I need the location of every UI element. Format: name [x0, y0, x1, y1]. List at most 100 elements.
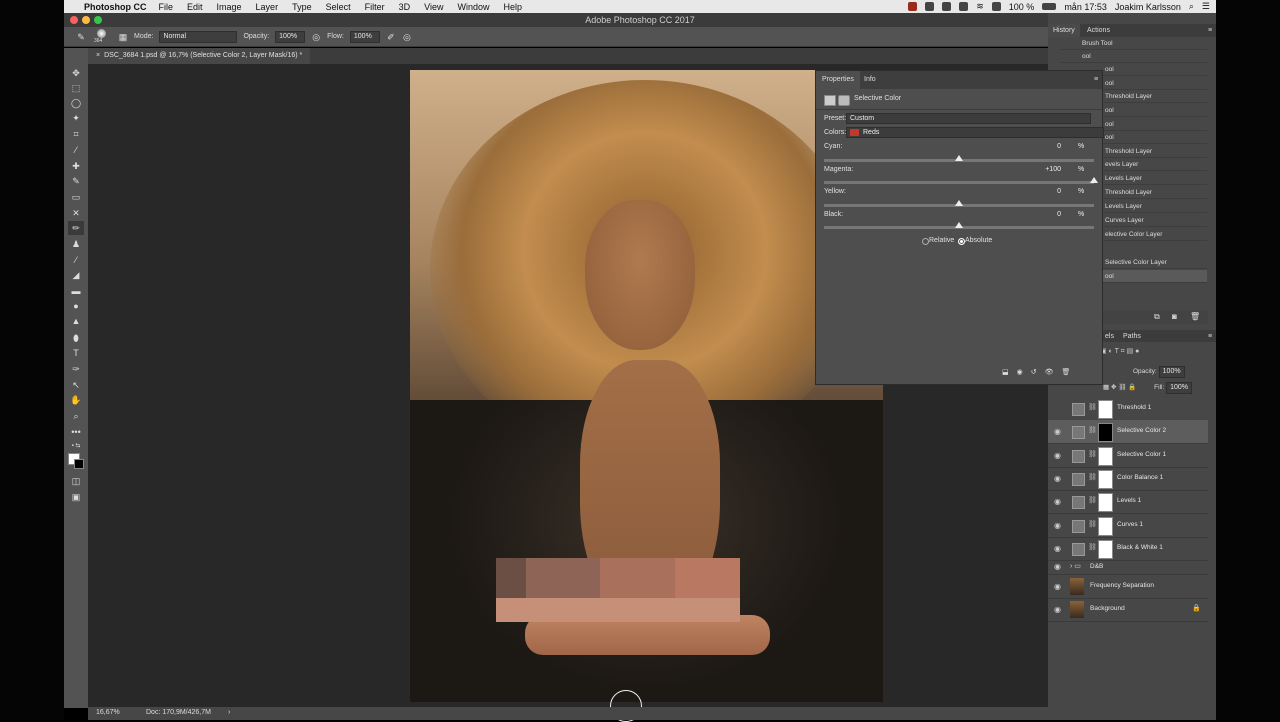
layer-mask-thumbnail[interactable]: [1098, 517, 1113, 536]
layer-fill-input[interactable]: 100%: [1166, 382, 1192, 394]
brush-tool-active-icon[interactable]: ✏: [68, 221, 84, 235]
app-status-icon[interactable]: [908, 2, 918, 11]
preset-select[interactable]: Custom: [846, 113, 1091, 124]
tab-info[interactable]: Info: [858, 71, 882, 89]
brush-tool-nav-icon[interactable]: ✎: [68, 174, 84, 188]
link-icon[interactable]: ⛓: [1088, 473, 1097, 481]
history-item[interactable]: ool: [1103, 104, 1207, 117]
menu-file[interactable]: File: [159, 2, 174, 12]
magenta-value[interactable]: +100: [1036, 166, 1061, 173]
lock-icons[interactable]: ▦ ✥ ⛓ 🔒: [1103, 384, 1136, 391]
folder-icon[interactable]: › ▭: [1070, 562, 1081, 570]
layer-name[interactable]: Selective Color 1: [1117, 451, 1166, 458]
cyan-slider-thumb[interactable]: [955, 155, 963, 161]
properties-menu-icon[interactable]: ≡: [1088, 71, 1104, 89]
history-item[interactable]: Threshold Layer: [1103, 145, 1207, 158]
background-color-swatch[interactable]: [74, 459, 84, 469]
dodge-tool-icon[interactable]: ▲: [68, 314, 84, 328]
link-icon[interactable]: ⛓: [1088, 520, 1097, 528]
stamp-tool-icon[interactable]: ▭: [68, 190, 84, 204]
layer-name[interactable]: Frequency Separation: [1090, 582, 1154, 589]
layer-row-selected[interactable]: ◉ ⛓ Selective Color 2: [1048, 420, 1208, 444]
pen-tool-icon[interactable]: ⬮: [68, 331, 84, 345]
doc-size-info[interactable]: Doc: 170,9M/426,7M: [146, 709, 211, 716]
menu-window[interactable]: Window: [457, 2, 489, 12]
more-tools-icon[interactable]: •••: [68, 425, 84, 439]
layer-mask-thumbnail[interactable]: [1098, 447, 1113, 466]
layer-row[interactable]: ◉ Background 🔒: [1048, 598, 1208, 622]
quick-mask-icon[interactable]: ◫: [68, 474, 84, 488]
brush-tool-icon[interactable]: ✎: [76, 32, 86, 42]
tab-actions[interactable]: Actions: [1082, 24, 1115, 37]
visibility-eye-icon[interactable]: ◉: [1054, 474, 1061, 483]
link-icon[interactable]: ⛓: [1088, 496, 1097, 504]
layer-row[interactable]: ◉ ⛓ Levels 1: [1048, 490, 1208, 514]
menu-layer[interactable]: Layer: [256, 2, 279, 12]
mode-select[interactable]: Normal: [159, 30, 238, 43]
status-menu-arrow-icon[interactable]: ›: [228, 709, 230, 716]
history-item-current[interactable]: ool: [1103, 270, 1207, 283]
history-item[interactable]: ool: [1103, 77, 1207, 90]
healing-tool-icon[interactable]: ✚: [68, 159, 84, 173]
absolute-label[interactable]: Absolute: [965, 237, 992, 244]
history-item[interactable]: evels Layer: [1103, 158, 1207, 171]
crop-tool-icon[interactable]: ⌗: [68, 127, 84, 141]
pressure-size-icon[interactable]: ◎: [402, 32, 412, 42]
lasso-tool-icon[interactable]: ◯: [68, 96, 84, 110]
layer-row[interactable]: ◉ Frequency Separation: [1048, 575, 1208, 599]
menu-view[interactable]: View: [424, 2, 443, 12]
move-tool-icon[interactable]: ✥: [68, 66, 84, 80]
black-slider-thumb[interactable]: [955, 222, 963, 228]
history-item[interactable]: ool: [1060, 50, 1207, 63]
layer-name[interactable]: Curves 1: [1117, 521, 1143, 528]
eyedropper-tool-icon[interactable]: ⁄: [68, 143, 84, 157]
art-history-tool-icon[interactable]: ⁄: [68, 253, 84, 267]
layer-mask-icon[interactable]: [838, 95, 850, 106]
black-slider-track[interactable]: [824, 222, 1094, 229]
document-image[interactable]: [410, 70, 883, 702]
quick-select-tool-icon[interactable]: ✦: [68, 111, 84, 125]
menu-edit[interactable]: Edit: [187, 2, 203, 12]
layer-mask-thumbnail[interactable]: [1098, 470, 1113, 489]
visibility-toggle-icon[interactable]: 👁: [1045, 368, 1054, 380]
link-icon[interactable]: ⛓: [1088, 403, 1097, 411]
relative-label[interactable]: Relative: [929, 237, 954, 244]
history-item[interactable]: elective Color Layer: [1103, 228, 1207, 241]
history-item[interactable]: ool: [1103, 118, 1207, 131]
brush-preset-picker[interactable]: 364: [92, 28, 112, 45]
visibility-eye-icon[interactable]: ◉: [1054, 497, 1061, 506]
layer-name[interactable]: Color Balance 1: [1117, 474, 1163, 481]
history-item[interactable]: Brush Tool: [1060, 37, 1207, 50]
zoom-level[interactable]: 16,67%: [96, 709, 120, 716]
yellow-slider-thumb[interactable]: [955, 200, 963, 206]
layer-name[interactable]: Background: [1090, 605, 1125, 612]
history-item[interactable]: Levels Layer: [1103, 172, 1207, 185]
lock-icon[interactable]: 🔒: [1192, 604, 1201, 612]
magenta-slider-track[interactable]: [824, 177, 1098, 184]
layer-row[interactable]: ◉ ⛓ Black & White 1: [1048, 537, 1208, 561]
tab-history[interactable]: History: [1048, 24, 1080, 37]
search-icon[interactable]: ⌕: [1189, 1, 1194, 12]
type-tool-icon[interactable]: T: [68, 346, 84, 360]
marquee-tool-icon[interactable]: ⬚: [68, 81, 84, 95]
view-previous-icon[interactable]: ◉: [1017, 368, 1023, 380]
pressure-opacity-icon[interactable]: ◎: [311, 32, 321, 42]
layer-name[interactable]: Selective Color 2: [1117, 427, 1166, 434]
app-menu[interactable]: Photoshop CC: [84, 2, 147, 12]
airbrush-icon[interactable]: ✐: [386, 32, 396, 42]
menu-filter[interactable]: Filter: [365, 2, 385, 12]
absolute-radio[interactable]: [958, 238, 965, 245]
shield-icon[interactable]: [942, 2, 952, 11]
link-icon[interactable]: ⛓: [1088, 543, 1097, 551]
close-tab-icon[interactable]: ×: [96, 52, 100, 59]
wifi-icon[interactable]: ≋: [976, 1, 984, 12]
default-colors-icon[interactable]: ▪ ⇆: [68, 439, 84, 453]
menu-type[interactable]: Type: [292, 2, 312, 12]
clone-tool-icon[interactable]: ♟: [68, 237, 84, 251]
history-item[interactable]: Selective Color Layer: [1103, 256, 1207, 269]
notification-list-icon[interactable]: ☰: [1202, 1, 1210, 12]
dropbox-icon[interactable]: [925, 2, 935, 11]
eraser-tool-icon[interactable]: ◢: [68, 268, 84, 282]
delete-adjustment-icon[interactable]: 🗑: [1062, 368, 1071, 380]
bluetooth-icon[interactable]: [959, 2, 969, 11]
